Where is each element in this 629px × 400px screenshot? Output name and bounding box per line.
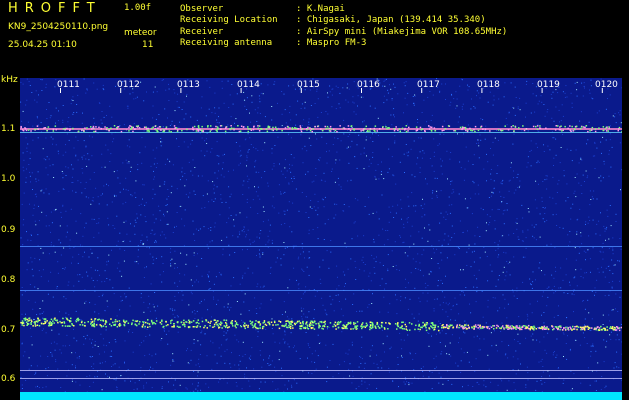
detection-count: 11 [142,40,154,50]
carrier-line [20,378,622,379]
y-tick-label: 1.0 [1,174,16,184]
carrier-line [20,132,622,133]
y-tick-label: 1.1 [1,124,16,134]
time-tick-label: 0117 [417,80,440,90]
date-time: 25.04.25 01:10 [8,40,77,50]
time-tick-label: 0112 [117,80,140,90]
mode-label: meteor [124,28,157,38]
app-logo: HROFFT [8,1,102,16]
time-tick-label: 0111 [57,80,80,90]
carrier-line [20,290,622,291]
y-axis-unit: kHz [1,75,18,85]
file-name: KN9_2504250110.png [8,22,109,32]
info-value-antenna: : Maspro FM-3 [296,38,367,48]
version-label: 1.00f [124,3,152,13]
info-value-location: : Chigasaki, Japan (139.414 35.340) [296,15,486,25]
baseline-bar [20,392,622,400]
time-tick-label: 0120 [595,80,618,90]
time-tick-label: 0114 [237,80,260,90]
info-key-receiver: Receiver [180,27,224,37]
y-tick-label: 0.6 [1,374,16,384]
info-value-observer: : K.Nagai [296,4,345,14]
spectrogram-canvas [20,78,622,400]
info-key-observer: Observer [180,4,224,14]
info-key-antenna: Receiving antenna [180,38,273,48]
spectrogram-plot [20,78,622,400]
time-tick-label: 0119 [537,80,560,90]
plot-background [20,78,622,400]
y-tick-label: 0.7 [1,325,16,335]
y-tick-label: 0.9 [1,225,16,235]
time-tick-label: 0118 [477,80,500,90]
time-tick-label: 0113 [177,80,200,90]
info-key-location: Receiving Location [180,15,278,25]
time-tick-label: 0116 [357,80,380,90]
time-tick-label: 0115 [297,80,320,90]
carrier-line [20,370,622,371]
header-panel: HROFFT 1.00f KN9_2504250110.png 25.04.25… [0,0,629,75]
carrier-line [20,246,622,247]
info-value-receiver: : AirSpy mini (Miakejima VOR 108.65MHz) [296,27,508,37]
y-tick-label: 0.8 [1,275,16,285]
